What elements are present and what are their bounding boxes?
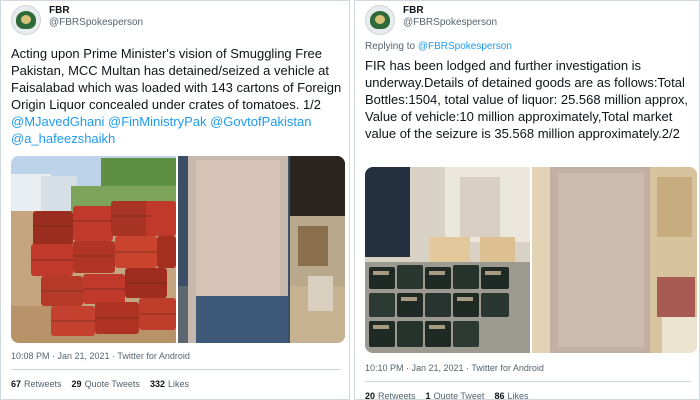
retweets-count: 67	[11, 379, 22, 389]
tweet-timestamp[interactable]: 10:10 PM · Jan 21, 2021 · Twitter for An…	[365, 363, 544, 373]
tweet-stats: 67 Retweets 29 Quote Tweets 332 Likes	[11, 379, 189, 389]
tomato-crates-photo[interactable]	[11, 156, 176, 343]
replying-to-prefix: Replying to	[365, 41, 416, 52]
tweet-timestamp[interactable]: 10:08 PM · Jan 21, 2021 · Twitter for An…	[11, 351, 190, 361]
blurred-face-photo[interactable]	[532, 167, 697, 353]
tweet-media[interactable]	[11, 156, 345, 343]
tweet-header: FBR @FBRSpokesperson	[365, 5, 497, 35]
blurred-face-photo[interactable]	[178, 156, 345, 343]
liquor-bottles-photo[interactable]	[365, 167, 530, 353]
likes-label: Likes	[507, 391, 529, 400]
likes-count: 332	[149, 379, 165, 389]
retweets-stat[interactable]: 20 Retweets	[365, 391, 416, 400]
display-name[interactable]: FBR	[403, 5, 497, 17]
tweet-body: Acting upon Prime Minister's vision of S…	[11, 46, 342, 112]
mention-link[interactable]: @GovtofPakistan	[210, 114, 311, 129]
retweets-stat[interactable]: 67 Retweets	[11, 379, 62, 389]
user-handle[interactable]: @FBRSpokesperson	[49, 17, 143, 29]
replying-to: Replying to @FBRSpokesperson	[365, 41, 512, 52]
divider	[11, 369, 341, 370]
likes-stat[interactable]: 86 Likes	[494, 391, 529, 400]
quotes-count: 1	[425, 391, 431, 400]
quotes-stat[interactable]: 29 Quote Tweets	[72, 379, 140, 389]
blurred-face-image	[532, 167, 697, 353]
mention-link[interactable]: @FinMinistryPak	[108, 114, 206, 129]
retweets-label: Retweets	[378, 391, 416, 400]
avatar[interactable]	[11, 5, 41, 35]
quotes-stat[interactable]: 1 Quote Tweet	[425, 391, 485, 400]
user-handle[interactable]: @FBRSpokesperson	[403, 17, 497, 29]
retweets-count: 20	[365, 391, 376, 400]
mention-link[interactable]: @MJavedGhani	[11, 114, 104, 129]
tweet-card-1[interactable]: FBR @FBRSpokesperson Acting upon Prime M…	[0, 0, 350, 400]
liquor-bottles-image	[365, 167, 530, 353]
likes-count: 86	[494, 391, 505, 400]
display-name[interactable]: FBR	[49, 5, 143, 17]
likes-label: Likes	[167, 379, 189, 389]
quotes-count: 29	[71, 379, 82, 389]
tomato-crates-image	[11, 156, 176, 343]
tweet-header: FBR @FBRSpokesperson	[11, 5, 143, 35]
quotes-label: Quote Tweets	[84, 379, 140, 389]
tweet-card-2[interactable]: FBR @FBRSpokesperson Replying to @FBRSpo…	[354, 0, 700, 400]
tweet-stats: 20 Retweets 1 Quote Tweet 86 Likes	[365, 391, 529, 400]
retweets-label: Retweets	[24, 379, 62, 389]
replying-to-handle[interactable]: @FBRSpokesperson	[418, 41, 512, 52]
divider	[365, 381, 691, 382]
mention-link[interactable]: @a_hafeezshaikh	[11, 131, 115, 146]
quotes-label: Quote Tweet	[433, 391, 485, 400]
tweet-text: Acting upon Prime Minister's vision of S…	[11, 45, 347, 147]
tweet-media[interactable]	[365, 167, 697, 353]
likes-stat[interactable]: 332 Likes	[150, 379, 189, 389]
blurred-face-image	[178, 156, 345, 343]
avatar[interactable]	[365, 5, 395, 35]
tweet-text: FIR has been lodged and further investig…	[365, 58, 689, 141]
